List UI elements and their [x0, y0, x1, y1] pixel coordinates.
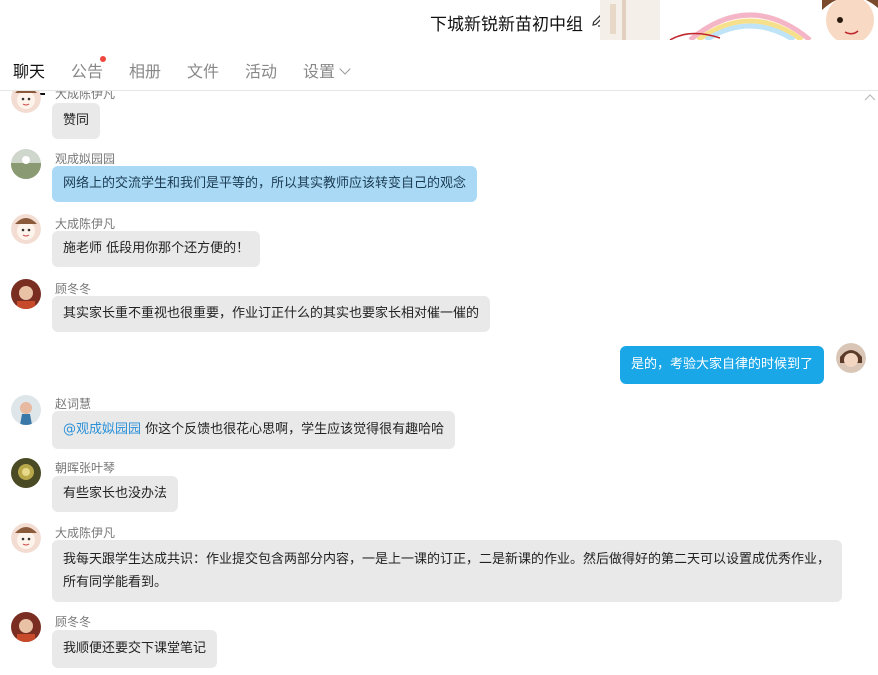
avatar[interactable] — [11, 612, 41, 642]
message-bubble[interactable]: 我顺便还要交下课堂笔记 — [52, 630, 218, 668]
message-text: 你这个反馈也很花心思啊，学生应该觉得很有趣哈哈 — [141, 422, 445, 437]
chat-message-list[interactable]: 大成陈伊凡 赞同 观成姒园园 网络上的交流学生和我们是平等的，所以其实教师应该转… — [0, 91, 878, 675]
sender-name: 顾冬冬 — [55, 615, 92, 629]
tab-album[interactable]: 相册 — [129, 58, 161, 82]
group-title: 下城新锐新苗初中组 — [430, 15, 583, 35]
message-bubble[interactable]: 赞同 — [52, 103, 101, 139]
message-bubble-self[interactable]: 是的，考验大家自律的时候到了 — [619, 346, 824, 384]
avatar[interactable] — [11, 149, 41, 179]
sender-name: 观成姒园园 — [55, 152, 116, 166]
avatar[interactable] — [836, 343, 866, 373]
chevron-down-icon — [339, 63, 351, 75]
tab-chat[interactable]: 聊天 — [13, 58, 46, 95]
message-bubble[interactable]: 有些家长也没办法 — [52, 476, 179, 512]
message-bubble[interactable]: @观成姒园园 你这个反馈也很花心思啊，学生应该觉得很有趣哈哈 — [52, 411, 456, 449]
avatar[interactable] — [11, 458, 41, 488]
avatar[interactable] — [11, 395, 41, 425]
avatar[interactable] — [11, 91, 41, 113]
sender-name: 大成陈伊凡 — [55, 526, 116, 540]
message-bubble[interactable]: 我每天跟学生达成共识：作业提交包含两部分内容，一是上一课的订正，二是新课的作业。… — [52, 540, 842, 602]
tab-files[interactable]: 文件 — [187, 58, 219, 82]
tab-bar: 聊天 公告 相册 文件 活动 设置 — [0, 46, 878, 95]
sender-name: 朝晖张叶琴 — [55, 461, 116, 475]
message-bubble[interactable]: 施老师 低段用你那个还方便的！ — [52, 231, 261, 267]
avatar[interactable] — [11, 214, 41, 244]
message-bubble[interactable]: 网络上的交流学生和我们是平等的，所以其实教师应该转变自己的观念 — [52, 166, 478, 202]
sender-name: 顾冬冬 — [55, 282, 92, 296]
tab-settings-label: 设置 — [303, 62, 336, 81]
avatar[interactable] — [11, 279, 41, 309]
tab-settings[interactable]: 设置 — [303, 58, 351, 82]
notice-unread-dot — [100, 56, 106, 62]
sender-name: 大成陈伊凡 — [55, 91, 116, 101]
message-bubble[interactable]: 其实家长重不重视也很重要，作业订正什么的其实也要家长相对催一催的 — [52, 296, 491, 332]
window-header: 下城新锐新苗初中组 — [0, 0, 878, 40]
mention-link[interactable]: @观成姒园园 — [63, 422, 141, 437]
avatar[interactable] — [11, 523, 41, 553]
cartoon-banner-decoration — [600, 0, 878, 40]
tab-notice[interactable]: 公告 — [71, 58, 103, 82]
tab-activity[interactable]: 活动 — [245, 58, 277, 82]
sender-name: 大成陈伊凡 — [55, 217, 116, 231]
sender-name: 赵词慧 — [55, 397, 92, 411]
